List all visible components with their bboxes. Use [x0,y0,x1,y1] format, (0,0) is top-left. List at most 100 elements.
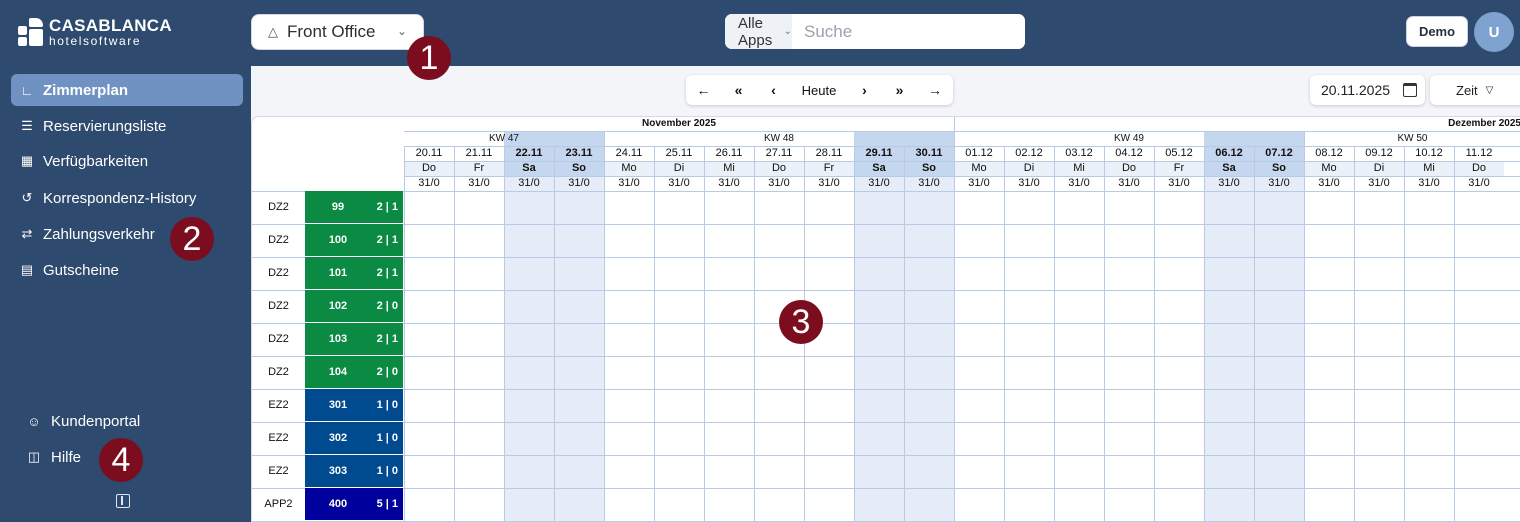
arrow-left-icon[interactable]: ← [686,75,721,105]
room-occupancy: 1 | 0 [376,399,398,411]
day-date: 22.11 [515,147,543,159]
day-date: 25.11 [665,147,693,159]
week-label: KW 47 [488,133,519,144]
calendar-icon: ▦ [20,153,34,168]
day-availability: 31/0 [1368,177,1390,189]
date-navigation-bar: ← « ‹ Heute › » → [686,75,953,105]
sidebar-item-zimmerplan[interactable]: ∟ Zimmerplan [11,74,243,106]
room-cell[interactable]: 103 2 | 1 [305,323,403,356]
day-date: 26.11 [715,147,743,159]
collapse-sidebar-icon[interactable] [116,494,130,508]
room-cell[interactable]: 302 1 | 0 [305,422,403,455]
day-date: 29.11 [865,147,893,159]
room-number: 99 [331,201,345,213]
module-switcher-button[interactable]: △ Front Office ⌄ [251,14,424,50]
chevron-right-icon[interactable]: › [847,75,882,105]
room-type-label: APP2 [264,498,293,510]
weekend-column [854,176,904,522]
view-dropdown[interactable]: Zeit ▽ [1430,75,1520,105]
day-availability: 31/0 [1268,177,1290,189]
room-cell[interactable]: 100 2 | 1 [305,224,403,257]
day-weekday: Fr [823,162,835,174]
day-availability: 31/0 [718,177,740,189]
sidebar-item-verfuegbarkeiten[interactable]: ▦ Verfügbarkeiten [11,145,243,177]
weekend-column [554,176,604,522]
day-date: 08.12 [1315,147,1343,159]
room-cell[interactable]: 303 1 | 0 [305,455,403,488]
room-type-label: DZ2 [268,366,289,378]
day-availability: 31/0 [418,177,440,189]
day-availability: 31/0 [868,177,890,189]
day-weekday: Mi [1423,162,1435,174]
day-weekday: Fr [473,162,485,174]
day-availability: 31/0 [1218,177,1240,189]
demo-button[interactable]: Demo [1406,16,1468,47]
sidebar-item-label: Zahlungsverkehr [43,225,155,243]
search-input[interactable] [792,14,1025,49]
day-availability: 31/0 [1068,177,1090,189]
double-chevron-left-icon[interactable]: « [721,75,756,105]
sidebar-item-reservierungsliste[interactable]: ☰ Reservierungsliste [11,110,243,142]
day-date: 09.12 [1365,147,1393,159]
day-weekday: Do [771,162,787,174]
logo[interactable]: CASABLANCA hotelsoftware [18,16,172,48]
day-availability: 31/0 [1168,177,1190,189]
calendar-icon [1403,83,1417,97]
room-number: 103 [328,333,348,345]
day-weekday: Di [1023,162,1035,174]
week-label: KW 48 [763,133,794,144]
chart-icon: ∟ [20,82,34,98]
sidebar-item-kundenportal[interactable]: ☺ Kundenportal [18,407,218,435]
day-availability: 31/0 [768,177,790,189]
day-date: 20.11 [415,147,443,159]
day-date: 24.11 [615,147,643,159]
day-weekday: Sa [522,162,536,174]
room-number: 302 [328,432,348,444]
room-type-label: EZ2 [268,432,289,444]
double-chevron-right-icon[interactable]: » [882,75,917,105]
sidebar-item-label: Kundenportal [51,412,141,430]
day-date: 01.12 [965,147,993,159]
day-date: 23.11 [565,147,593,159]
sidebar-item-label: Reservierungsliste [43,117,167,135]
day-availability: 31/0 [568,177,590,189]
day-weekday: Mo [1321,162,1337,174]
sidebar-item-gutscheine[interactable]: ▤ Gutscheine [11,254,243,286]
weekend-column [1204,176,1254,522]
room-occupancy: 5 | 1 [376,498,398,510]
date-value: 20.11.2025 [1321,82,1391,98]
apps-filter-dropdown[interactable]: Alle Apps ⌄ [725,14,792,49]
room-number: 102 [328,300,348,312]
sidebar-item-label: Korrespondenz-History [43,189,197,207]
ticket-icon: ▤ [20,262,34,277]
room-cell[interactable]: 400 5 | 1 [305,488,403,521]
week-label: KW 50 [1397,133,1428,144]
day-weekday: Sa [872,162,886,174]
view-label: Zeit [1456,82,1478,98]
weekend-column [1254,176,1304,522]
room-type-label: DZ2 [268,234,289,246]
room-cell[interactable]: 99 2 | 1 [305,191,403,224]
room-cell[interactable]: 101 2 | 1 [305,257,403,290]
room-cell[interactable]: 102 2 | 0 [305,290,403,323]
room-cell[interactable]: 301 1 | 0 [305,389,403,422]
brand-name: CASABLANCA [49,16,172,35]
day-availability: 31/0 [1418,177,1440,189]
day-date: 28.11 [815,147,843,159]
marker-1: 1 [407,36,451,80]
room-cell[interactable]: 104 2 | 0 [305,356,403,389]
sidebar-item-korrespondenz-history[interactable]: ↺ Korrespondenz-History [11,182,243,214]
date-picker[interactable]: 20.11.2025 [1310,75,1425,105]
room-plan-grid: November 2025 Dezember 2025 KW 47 KW 48 KW 4… [251,116,1520,522]
avatar[interactable]: U [1474,12,1514,52]
arrow-right-icon[interactable]: → [917,75,953,105]
day-weekday: Do [1121,162,1137,174]
room-occupancy: 2 | 1 [376,234,398,246]
today-button[interactable]: Heute [791,75,847,105]
day-availability: 31/0 [1018,177,1040,189]
chevron-left-icon[interactable]: ‹ [756,75,791,105]
logo-icon [18,18,44,46]
day-date: 06.12 [1215,147,1243,159]
day-availability: 31/0 [918,177,940,189]
room-type-label: DZ2 [268,201,289,213]
